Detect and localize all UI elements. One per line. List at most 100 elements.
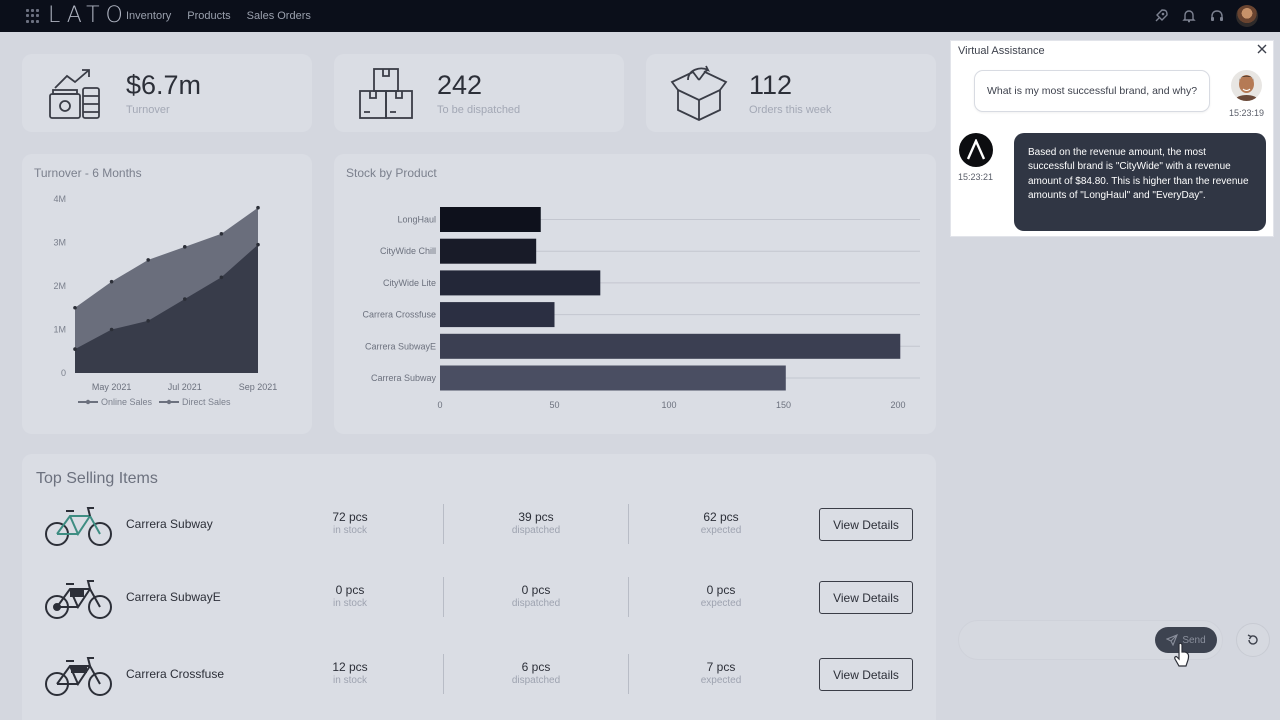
x-tick-label: 200: [890, 400, 905, 410]
y-tick-label: 2M: [53, 281, 66, 291]
stat-in-stock: 0 pcs in stock: [290, 583, 410, 609]
user-question-bubble: What is my most successful brand, and wh…: [974, 70, 1210, 112]
data-point: [73, 305, 77, 310]
stock-chart-card: Stock by Product LongHaul CityWide Chill C…: [334, 154, 936, 434]
stat-in-stock: 72 pcs in stock: [290, 510, 410, 536]
y-tick-label: 3M: [53, 238, 66, 248]
dispatched-label: dispatched: [511, 675, 561, 686]
virtual-assistant-panel: Virtual Assistance What is my most succe…: [950, 40, 1274, 237]
x-tick-label: May 2021: [92, 382, 132, 392]
data-point: [73, 347, 77, 351]
open-box-icon: [670, 65, 728, 121]
category-label: Carrera SubwayE: [365, 341, 436, 351]
rocket-icon[interactable]: [1152, 7, 1170, 25]
in-stock-label: in stock: [333, 525, 367, 536]
divider: [628, 654, 629, 694]
user-avatar: [1231, 70, 1262, 101]
data-point: [256, 242, 260, 247]
assistant-logo: [959, 133, 993, 167]
stat-dispatched: 0 pcs dispatched: [476, 583, 596, 609]
lambda-logo-icon: [966, 139, 986, 160]
divider: [628, 577, 629, 617]
category-label: CityWide Lite: [383, 278, 436, 288]
view-details-button[interactable]: View Details: [819, 508, 913, 541]
view-details-button[interactable]: View Details: [819, 658, 913, 691]
divider: [443, 504, 444, 544]
dispatched-value: 0 pcs: [521, 583, 551, 597]
x-tick-label: Sep 2021: [239, 382, 278, 392]
in-stock-label: in stock: [333, 598, 367, 609]
data-point: [219, 275, 224, 280]
category-label: CityWide Chill: [380, 246, 436, 256]
data-point: [256, 205, 260, 210]
hand-cursor-icon: [1174, 642, 1190, 667]
expected-label: expected: [700, 675, 742, 686]
x-tick-label: 50: [549, 400, 559, 410]
item-name: Carrera Subway: [126, 517, 213, 531]
assistant-answer-bubble: Based on the revenue amount, the most su…: [1014, 133, 1266, 231]
kpi-orders-label: Orders this week: [749, 104, 832, 116]
dispatched-label: dispatched: [511, 525, 561, 536]
apps-grid-icon[interactable]: [26, 9, 40, 23]
data-point: [109, 279, 114, 284]
y-tick-label: 4M: [53, 194, 66, 204]
x-tick-label: 150: [776, 400, 791, 410]
answer-timestamp: 15:23:21: [958, 172, 994, 182]
stock-bar-chart: LongHaul CityWide Chill CityWide Lite Carre…: [362, 207, 920, 410]
close-icon[interactable]: [1255, 42, 1269, 56]
bell-icon[interactable]: [1180, 7, 1198, 25]
assistant-title: Virtual Assistance: [958, 45, 1045, 57]
category-label: Carrera Crossfuse: [362, 310, 436, 320]
kpi-card-orders: 112 Orders this week: [646, 54, 936, 132]
kpi-card-dispatch: 242 To be dispatched: [334, 54, 624, 132]
in-stock-value: 12 pcs: [332, 660, 368, 674]
nav-link-products[interactable]: Products: [187, 10, 230, 22]
expected-value: 0 pcs: [706, 583, 736, 597]
kpi-turnover-value: $6.7m: [126, 70, 202, 100]
turnover-chart-card: Turnover - 6 Months 0 1M 2M 3M 4M May 2021 Jul…: [22, 154, 312, 434]
expected-value: 7 pcs: [706, 660, 736, 674]
y-tick-label: 1M: [53, 325, 66, 335]
item-name: Carrera SubwayE: [126, 590, 221, 604]
top-nav: LATO Inventory Products Sales Orders: [0, 0, 1280, 32]
boxes-icon: [359, 68, 413, 119]
legend-label: Direct Sales: [182, 397, 231, 407]
bar: [440, 302, 555, 328]
nav-link-inventory[interactable]: Inventory: [126, 10, 171, 22]
bar: [440, 238, 537, 264]
stat-expected: 0 pcs expected: [661, 583, 781, 609]
divider: [443, 654, 444, 694]
bar: [440, 365, 786, 391]
money-growth-icon: [49, 69, 100, 119]
data-point: [146, 258, 150, 262]
app-logo[interactable]: LATO: [48, 3, 129, 28]
legend-label: Online Sales: [101, 397, 153, 407]
kpi-card-turnover: $6.7m Turnover: [22, 54, 312, 132]
question-timestamp: 15:23:19: [1229, 108, 1265, 118]
reset-chat-button[interactable]: [1236, 623, 1270, 657]
headset-icon[interactable]: [1208, 7, 1226, 25]
nav-icons: [1152, 5, 1258, 27]
data-point: [219, 232, 224, 236]
bar: [440, 207, 541, 232]
divider: [443, 577, 444, 617]
legend-marker: [85, 399, 91, 405]
stat-expected: 62 pcs expected: [661, 510, 781, 536]
in-stock-value: 72 pcs: [332, 510, 368, 524]
bar: [440, 333, 901, 359]
in-stock-value: 0 pcs: [335, 583, 365, 597]
ebike-icon: [45, 657, 112, 696]
top-selling-title: Top Selling Items: [36, 470, 158, 487]
user-avatar[interactable]: [1236, 5, 1258, 27]
category-label: Carrera Subway: [371, 373, 437, 383]
refresh-icon: [1247, 634, 1258, 645]
kpi-orders-value: 112: [749, 70, 793, 100]
legend-marker: [166, 399, 172, 405]
expected-value: 62 pcs: [703, 510, 739, 524]
data-point: [146, 319, 150, 323]
kpi-dispatch-label: To be dispatched: [437, 104, 521, 116]
stat-dispatched: 39 pcs dispatched: [476, 510, 596, 536]
kpi-turnover-label: Turnover: [126, 104, 170, 116]
view-details-button[interactable]: View Details: [819, 581, 913, 614]
nav-link-sales-orders[interactable]: Sales Orders: [247, 10, 311, 22]
